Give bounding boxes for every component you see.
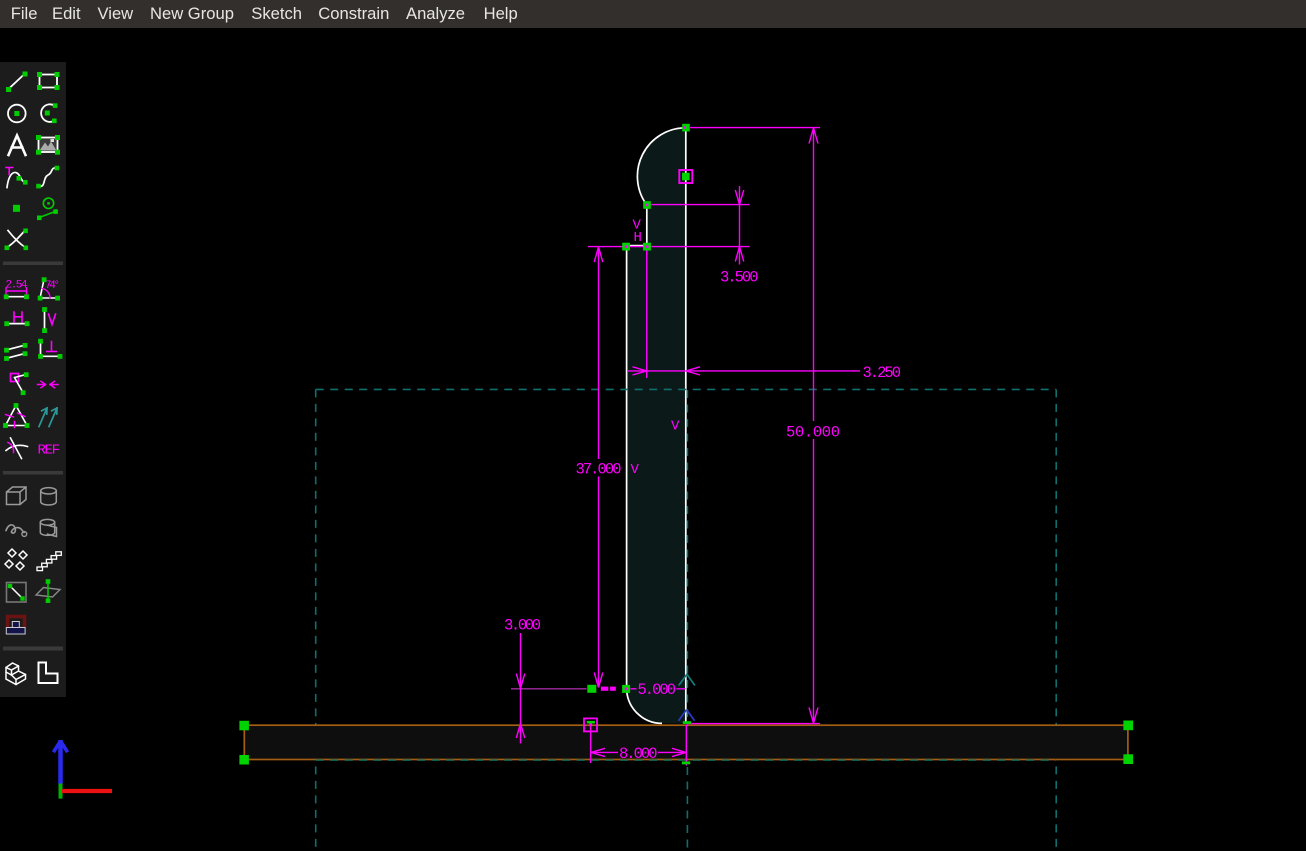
svg-text:3.250: 3.250 — [863, 364, 902, 382]
svg-text:37.000: 37.000 — [576, 461, 622, 479]
svg-text:5.000: 5.000 — [638, 681, 677, 699]
svg-text:V: V — [671, 419, 680, 435]
svg-text:H: H — [634, 230, 642, 246]
svg-text:3.500: 3.500 — [720, 269, 759, 287]
svg-text:REF: REF — [38, 443, 61, 459]
svg-text:50.000: 50.000 — [786, 424, 840, 442]
svg-text:V: V — [631, 462, 640, 478]
svg-text:2.54: 2.54 — [6, 280, 28, 292]
svg-text:8.000: 8.000 — [619, 745, 658, 763]
svg-text:3.000: 3.000 — [504, 617, 541, 635]
